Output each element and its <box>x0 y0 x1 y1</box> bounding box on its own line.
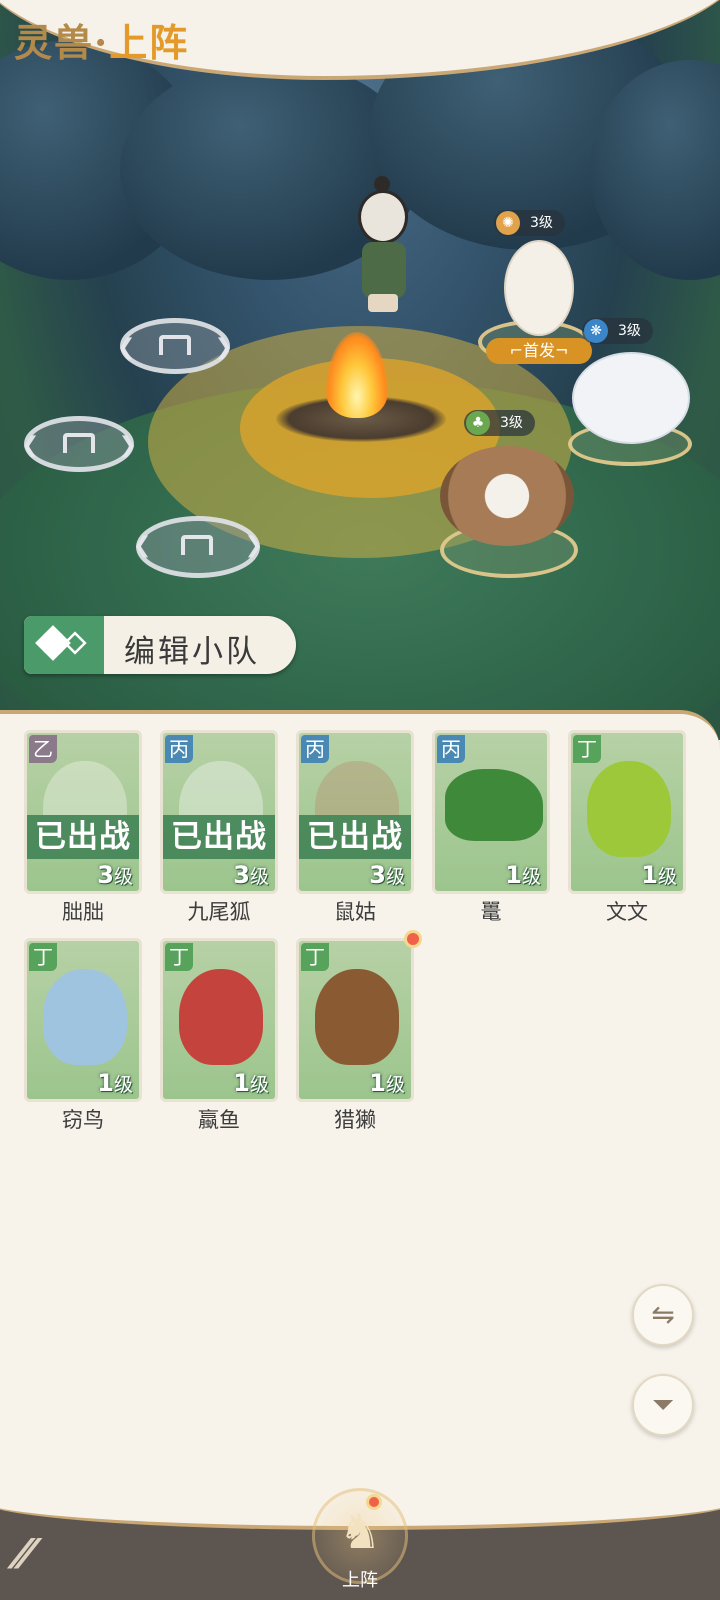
pet-card-shugu[interactable]: 丙 已出战 3级 鼠姑 <box>296 730 414 930</box>
deployed-banner: 已出战 <box>27 815 139 859</box>
team-formation-icon <box>24 616 104 674</box>
pet-level-tag: ♣ 3级 <box>464 410 535 436</box>
grade-badge: 丁 <box>29 943 57 971</box>
pet-portrait <box>179 969 263 1065</box>
pet-portrait <box>43 969 127 1065</box>
header: 灵兽·上阵 <box>0 0 720 80</box>
grade-badge: 丙 <box>437 735 465 763</box>
pet-level: 3级 <box>233 861 269 889</box>
pet-level: 1级 <box>369 1069 405 1097</box>
player-hero[interactable] <box>352 176 424 326</box>
tab-deploy[interactable]: ♞ 上阵 <box>300 1480 420 1600</box>
pet-card-tuo[interactable]: 丙 1级 鼍 <box>432 730 550 930</box>
right-arrow-icon: ❯ <box>118 433 137 458</box>
page-title: 灵兽·上阵 <box>14 20 190 65</box>
seat-icon <box>181 535 213 555</box>
pet-feifei[interactable] <box>504 240 574 336</box>
pet-level-tag: ❋ 3级 <box>582 318 653 344</box>
pet-card-wenwen[interactable]: 丁 1级 文文 <box>568 730 686 930</box>
pet-level: 1级 <box>233 1069 269 1097</box>
pet-name: 朏朏 <box>62 900 104 924</box>
pet-name: 鼠姑 <box>334 900 376 924</box>
pet-name: 窃鸟 <box>62 1108 104 1132</box>
pet-name: 蠃鱼 <box>198 1108 240 1132</box>
pet-nine-tail-fox[interactable] <box>572 352 690 444</box>
pet-card-feifei[interactable]: 乙 已出战 3级 朏朏 <box>24 730 142 930</box>
right-arrow-icon: ❯ <box>214 335 233 360</box>
pet-name: 鼍 <box>480 900 502 924</box>
deployed-banner: 已出战 <box>163 815 275 859</box>
swap-button[interactable]: ⇋ <box>632 1284 694 1346</box>
pet-level: 1级 <box>97 1069 133 1097</box>
right-arrow-icon: ❯ <box>244 533 263 558</box>
edit-team-button[interactable]: 编辑小队 <box>24 612 296 676</box>
grade-badge: 丁 <box>301 943 329 971</box>
grade-badge: 丁 <box>573 735 601 763</box>
tab-notification-dot <box>366 1494 382 1510</box>
left-arrow-icon: ❮ <box>133 533 152 558</box>
pet-name: 猎獭 <box>334 1108 376 1132</box>
pet-card-lieta[interactable]: 丁 1级 猎獭 <box>296 930 422 1138</box>
pet-level: 3级 <box>97 861 133 889</box>
left-arrow-icon: ❮ <box>117 335 136 360</box>
pet-level: 3级 <box>369 861 405 889</box>
pet-portrait <box>587 761 671 857</box>
pet-card-qieniao[interactable]: 丁 1级 窃鸟 <box>24 938 142 1138</box>
deployed-banner: 已出战 <box>299 815 411 859</box>
left-arrow-icon: ❮ <box>21 433 40 458</box>
earth-element-icon: ✺ <box>496 211 520 235</box>
seat-icon <box>159 335 191 355</box>
grade-badge: 丁 <box>165 943 193 971</box>
wood-element-icon: ♣ <box>466 411 490 435</box>
game-logo-icon[interactable]: ⁄⁄ <box>18 1532 31 1578</box>
pet-level: 1级 <box>641 861 677 889</box>
empty-slot-1[interactable]: ❮ ❯ <box>117 318 233 374</box>
pet-level: 1级 <box>505 861 541 889</box>
pet-portrait <box>315 969 399 1065</box>
filter-button[interactable]: ⏷ <box>632 1374 694 1436</box>
seat-icon <box>63 433 95 453</box>
pet-card-nine-tail-fox[interactable]: 丙 已出战 3级 九尾狐 <box>160 730 278 930</box>
pet-name: 九尾狐 <box>187 900 251 924</box>
pet-shugu[interactable] <box>440 446 574 546</box>
pet-name: 文文 <box>606 900 648 924</box>
pet-portrait <box>445 769 543 841</box>
pet-level-tag: ✺ 3级 <box>494 210 565 236</box>
first-deploy-badge: ⌐首发¬ <box>486 338 592 364</box>
empty-slot-2[interactable]: ❮ ❯ <box>21 416 137 472</box>
grade-badge: 丙 <box>165 735 193 763</box>
pet-card-luoyu[interactable]: 丁 1级 蠃鱼 <box>160 938 278 1138</box>
new-notification-dot <box>404 930 422 948</box>
water-element-icon: ❋ <box>584 319 608 343</box>
filter-icon: ⏷ <box>651 1388 675 1421</box>
swap-icon: ⇋ <box>651 1298 675 1331</box>
grade-badge: 乙 <box>29 735 57 763</box>
grade-badge: 丙 <box>301 735 329 763</box>
empty-slot-3[interactable]: ❮ ❯ <box>133 516 263 578</box>
